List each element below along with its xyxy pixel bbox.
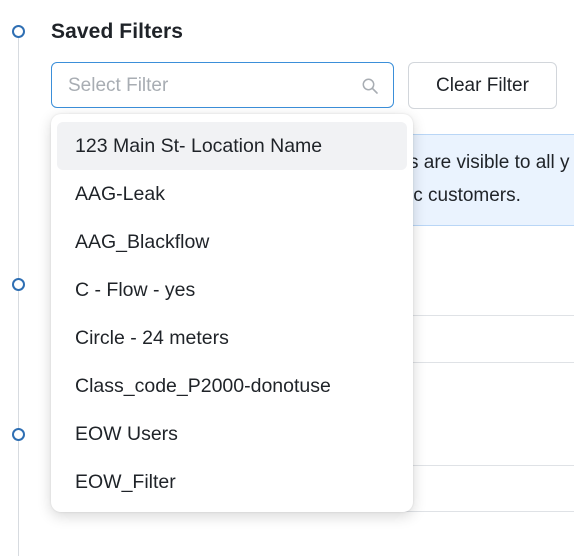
dropdown-option[interactable]: C - Flow - yes bbox=[57, 266, 407, 314]
dropdown-option[interactable]: AAG_Blackflow bbox=[57, 218, 407, 266]
filter-select[interactable]: Select Filter bbox=[51, 62, 394, 108]
filter-select-placeholder: Select Filter bbox=[68, 75, 169, 96]
dropdown-option[interactable]: EOW Users bbox=[57, 410, 407, 458]
dropdown-option[interactable]: 123 Main St- Location Name bbox=[57, 122, 407, 170]
dropdown-option[interactable]: Circle - 24 meters bbox=[57, 314, 407, 362]
dropdown-option[interactable]: Class_code_P2000-donotuse bbox=[57, 362, 407, 410]
timeline-step-dot bbox=[12, 25, 25, 38]
dropdown-option[interactable]: EOW_Filter bbox=[57, 458, 407, 506]
section-title: Saved Filters bbox=[51, 20, 184, 43]
saved-filters-panel: Saved Filters s are visible to all y ic … bbox=[0, 0, 574, 556]
filter-dropdown-menu: 123 Main St- Location Name AAG-Leak AAG_… bbox=[51, 114, 413, 512]
info-banner-line-2: ic customers. bbox=[409, 185, 521, 206]
clear-filter-button[interactable]: Clear Filter bbox=[408, 62, 557, 109]
search-icon bbox=[362, 78, 378, 94]
timeline-step-dot bbox=[12, 278, 25, 291]
timeline-line bbox=[18, 36, 19, 556]
timeline-step-dot bbox=[12, 428, 25, 441]
dropdown-option[interactable]: AAG-Leak bbox=[57, 170, 407, 218]
info-banner-line-1: s are visible to all y bbox=[409, 152, 570, 173]
